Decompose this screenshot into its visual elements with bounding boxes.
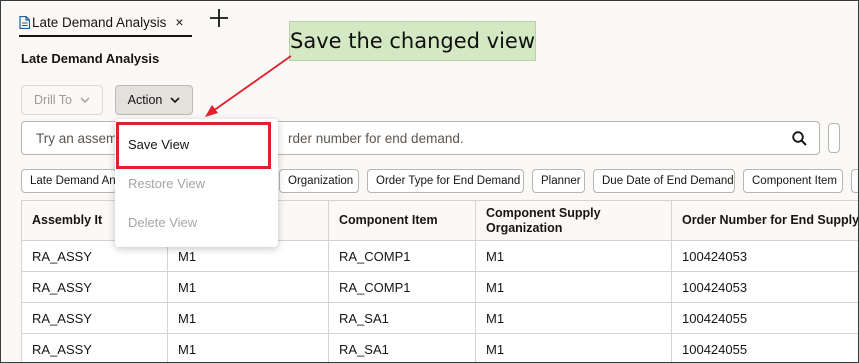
table-row[interactable]: RA_ASSY M1 RA_SA1 M1 100424055 — [22, 303, 858, 334]
menu-item-delete-view: Delete View — [128, 215, 198, 230]
overflow-button[interactable] — [828, 123, 840, 153]
table-cell: M1 — [476, 241, 672, 271]
page-title: Late Demand Analysis — [21, 51, 160, 66]
table-row[interactable]: RA_ASSY M1 RA_COMP1 M1 100424053 — [22, 272, 858, 303]
tab-late-demand-analysis[interactable]: Late Demand Analysis × — [19, 9, 192, 37]
table-cell: RA_COMP1 — [329, 241, 476, 271]
table-row[interactable]: RA_ASSY M1 RA_SA1 M1 100424055 — [22, 334, 858, 362]
chevron-down-icon — [80, 97, 90, 103]
tab-label: Late Demand Analysis — [32, 14, 167, 30]
column-header[interactable]: Component Item — [329, 201, 476, 240]
annotation-callout: Save the changed view — [289, 21, 536, 61]
table-cell: M1 — [168, 334, 329, 362]
column-header[interactable]: Component Supply Organization — [476, 201, 672, 240]
action-label: Action — [127, 93, 163, 107]
search-icon[interactable] — [792, 131, 807, 146]
search-placeholder: Try an assemb — [36, 131, 125, 146]
chip-late-demand[interactable]: Late Demand Ana — [21, 169, 117, 193]
table-cell: RA_ASSY — [22, 334, 168, 362]
chip-organization[interactable]: Organization — [279, 169, 359, 193]
search-placeholder-tail: rder number for end demand. — [288, 131, 464, 146]
table-cell: RA_SA1 — [329, 303, 476, 333]
table-cell: M1 — [168, 303, 329, 333]
table-cell: M1 — [168, 272, 329, 302]
close-icon[interactable]: × — [175, 14, 183, 30]
table-cell: M1 — [476, 334, 672, 362]
table-cell: M1 — [476, 303, 672, 333]
action-button[interactable]: Action — [115, 85, 193, 115]
table-cell: RA_COMP1 — [329, 272, 476, 302]
drill-to-button[interactable]: Drill To — [21, 85, 103, 115]
table-cell: RA_ASSY — [22, 272, 168, 302]
table-cell: 100424053 — [672, 272, 858, 302]
table-cell: RA_SA1 — [329, 334, 476, 362]
chip-due-date[interactable]: Due Date of End Demand — [593, 169, 735, 193]
plus-icon[interactable] — [208, 7, 230, 29]
app-window: Late Demand Analysis × Late Demand Analy… — [0, 0, 859, 363]
save-view-highlight — [116, 122, 271, 169]
table-cell: RA_ASSY — [22, 303, 168, 333]
document-icon — [19, 15, 30, 29]
menu-item-restore-view: Restore View — [128, 176, 206, 191]
table-cell: 100424055 — [672, 334, 858, 362]
chip-component-item[interactable]: Component Item — [743, 169, 843, 193]
chevron-down-icon — [170, 97, 180, 103]
table-cell: 100424055 — [672, 303, 858, 333]
table-cell: 100424053 — [672, 241, 858, 271]
chip-planner[interactable]: Planner — [532, 169, 585, 193]
drill-to-label: Drill To — [34, 93, 72, 107]
table-cell: M1 — [476, 272, 672, 302]
chip-overflow[interactable] — [851, 169, 858, 193]
column-header[interactable]: Order Number for End Supply — [672, 201, 858, 240]
chip-order-type[interactable]: Order Type for End Demand — [367, 169, 524, 193]
